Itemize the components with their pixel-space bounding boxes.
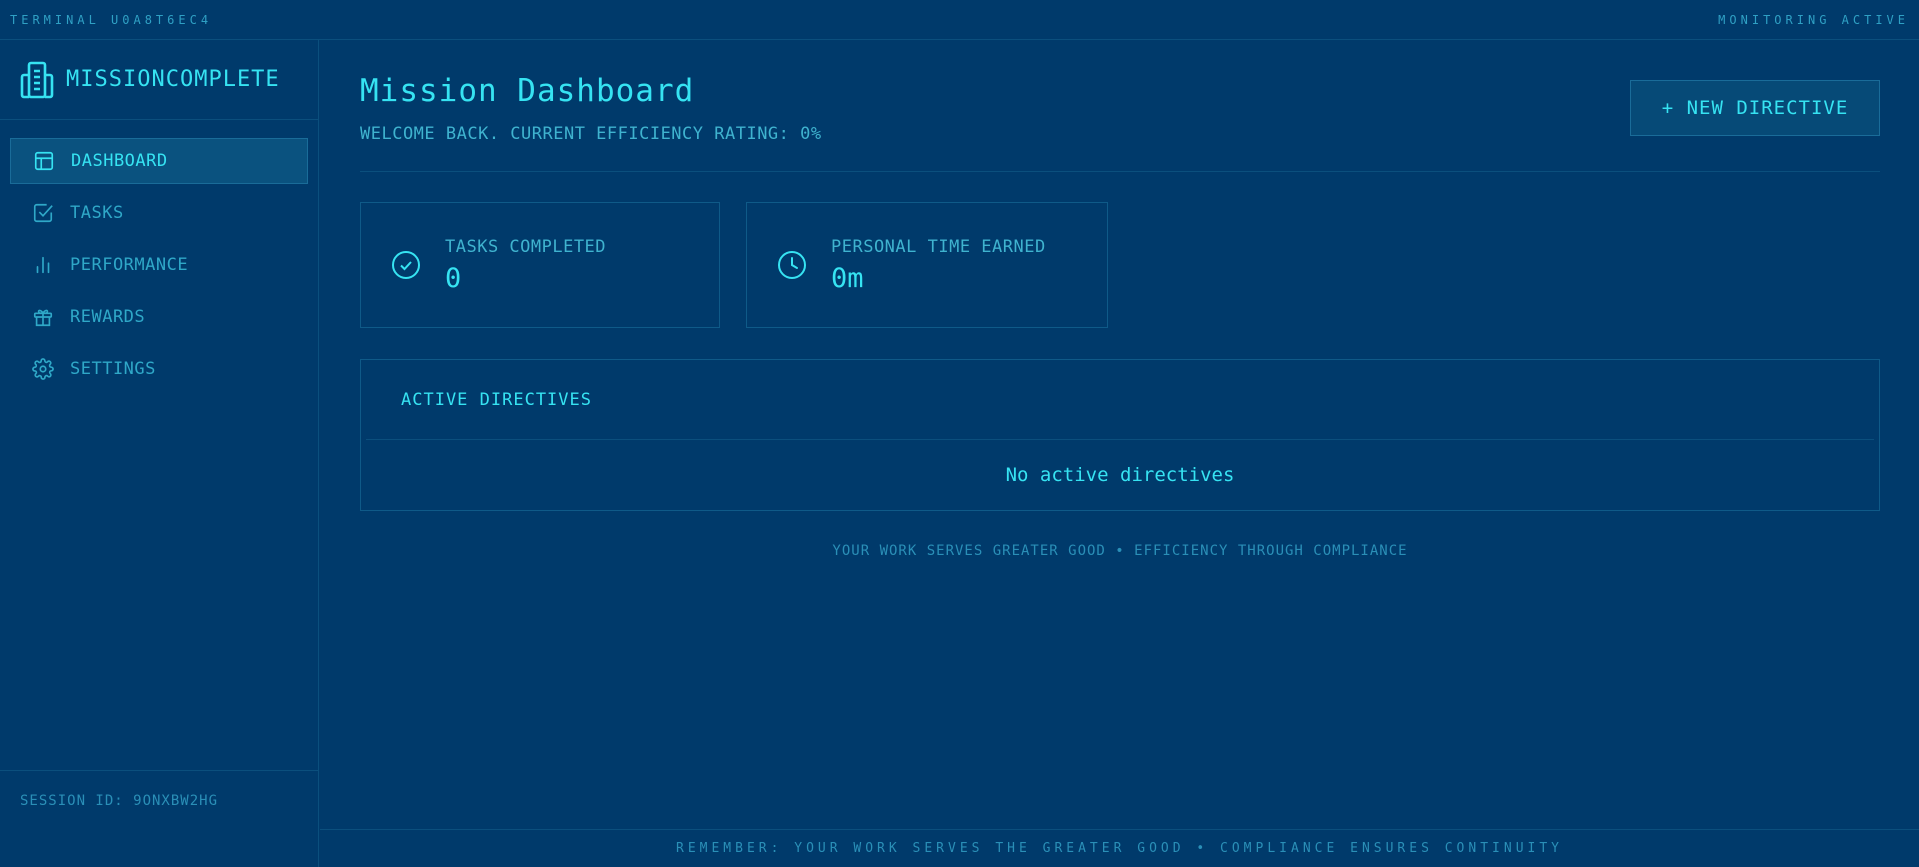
- stat-value: 0m: [831, 262, 864, 294]
- motto-text: YOUR WORK SERVES GREATER GOOD • EFFICIEN…: [832, 543, 1408, 559]
- page-title: Mission Dashboard: [360, 73, 695, 109]
- sidebar: MISSIONCOMPLETE DASHBOARD TASKS PERFORMA…: [0, 40, 319, 867]
- sidebar-item-rewards[interactable]: REWARDS: [10, 294, 308, 340]
- brand[interactable]: MISSIONCOMPLETE: [0, 40, 318, 120]
- stat-card-tasks-completed: TASKS COMPLETED 0: [360, 202, 720, 328]
- sidebar-item-label: TASKS: [70, 203, 124, 223]
- sidebar-item-label: DASHBOARD: [71, 151, 168, 171]
- sidebar-item-performance[interactable]: PERFORMANCE: [10, 242, 308, 288]
- sidebar-item-tasks[interactable]: TASKS: [10, 190, 308, 236]
- terminal-id: TERMINAL U0A8T6EC4: [10, 12, 213, 27]
- top-status-bar: TERMINAL U0A8T6EC4 MONITORING ACTIVE: [0, 0, 1919, 40]
- sidebar-item-dashboard[interactable]: DASHBOARD: [10, 138, 308, 184]
- sidebar-nav: DASHBOARD TASKS PERFORMANCE REWARDS SETT…: [0, 120, 318, 416]
- clock-icon: [778, 251, 806, 279]
- stat-value: 0: [445, 262, 462, 294]
- bar-chart-icon: [36, 256, 50, 274]
- sidebar-item-settings[interactable]: SETTINGS: [10, 346, 308, 392]
- layout-icon: [34, 151, 54, 171]
- stat-label: PERSONAL TIME EARNED: [831, 236, 1046, 257]
- active-directives-panel: ACTIVE DIRECTIVES No active directives: [360, 359, 1880, 511]
- welcome-message: WELCOME BACK. CURRENT EFFICIENCY RATING:…: [360, 124, 822, 144]
- monitoring-status: MONITORING ACTIVE: [1718, 12, 1909, 27]
- sidebar-item-label: PERFORMANCE: [70, 255, 189, 275]
- stat-card-personal-time: PERSONAL TIME EARNED 0m: [746, 202, 1108, 328]
- main-content: Mission Dashboard WELCOME BACK. CURRENT …: [320, 40, 1919, 867]
- sidebar-item-label: REWARDS: [70, 307, 146, 327]
- brand-name: MISSIONCOMPLETE: [66, 67, 280, 92]
- footer-banner: REMEMBER: YOUR WORK SERVES THE GREATER G…: [320, 829, 1919, 867]
- stat-label: TASKS COMPLETED: [445, 236, 607, 257]
- active-directives-title: ACTIVE DIRECTIVES: [366, 360, 1874, 440]
- new-directive-button[interactable]: + NEW DIRECTIVE: [1630, 80, 1880, 136]
- gear-icon: [32, 358, 54, 380]
- building-icon: [20, 61, 54, 98]
- empty-directives-message: No active directives: [1005, 464, 1235, 486]
- checkbox-icon: [33, 203, 53, 223]
- header-divider: [360, 171, 1880, 172]
- check-circle-icon: [392, 251, 420, 279]
- sidebar-item-label: SETTINGS: [70, 359, 156, 379]
- session-id: SESSION ID: 9ONXBW2HG: [0, 770, 318, 867]
- gift-icon: [33, 309, 53, 327]
